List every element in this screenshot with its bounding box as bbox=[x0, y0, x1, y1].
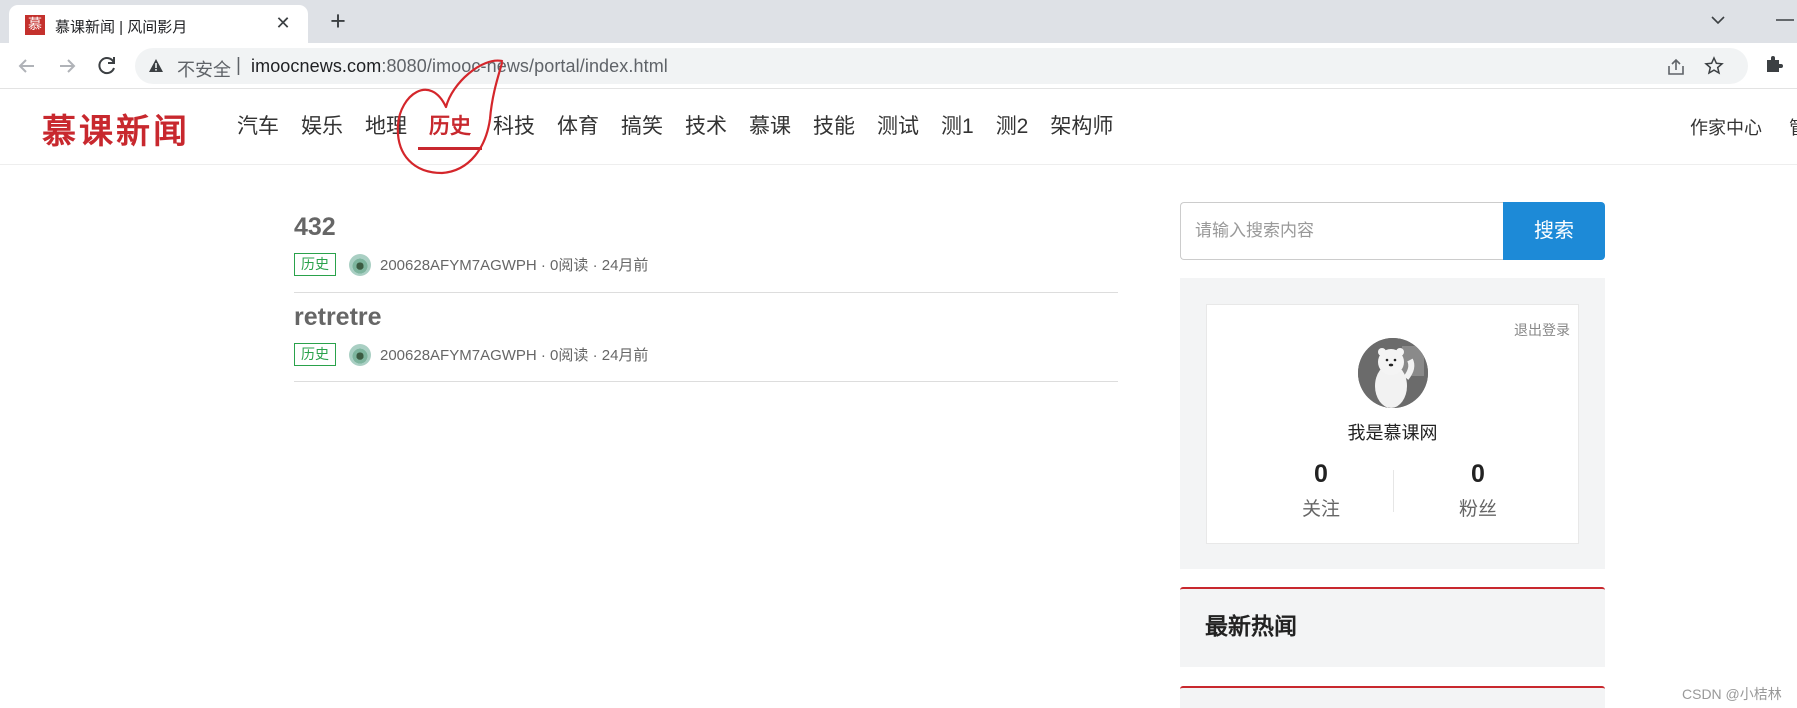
article-item[interactable]: 432 历史 200628AFYM7AGWPH · 0阅读 · 24月前 bbox=[294, 212, 1118, 293]
share-icon[interactable] bbox=[1666, 57, 1686, 77]
extensions-puzzle-icon[interactable] bbox=[1762, 52, 1786, 76]
site-logo[interactable]: 慕课新闻 bbox=[42, 104, 190, 153]
stat-divider bbox=[1393, 470, 1394, 512]
nav-item[interactable]: 体育 bbox=[546, 90, 610, 165]
fans-label: 粉丝 bbox=[1458, 499, 1497, 520]
back-arrow-icon[interactable] bbox=[14, 53, 40, 79]
profile-panel: 退出登录 我是慕课网 0 关注 0 粉丝 bbox=[1180, 278, 1605, 569]
search-input[interactable] bbox=[1180, 202, 1505, 260]
user-avatar[interactable] bbox=[1358, 338, 1428, 408]
nav-item[interactable]: 测试 bbox=[866, 90, 930, 165]
nav-item[interactable]: 历史 bbox=[418, 90, 482, 165]
category-tag[interactable]: 历史 bbox=[294, 253, 336, 276]
browser-tab-bar: 慕 慕课新闻 | 风间影月 ✕ + bbox=[0, 0, 1797, 43]
site-favicon-icon: 慕 bbox=[25, 15, 45, 35]
nav-item[interactable]: 测1 bbox=[930, 90, 985, 165]
browser-tab-active[interactable]: 慕 慕课新闻 | 风间影月 ✕ bbox=[9, 5, 308, 43]
article-meta-text: 200628AFYM7AGWPH · 0阅读 · 24月前 bbox=[380, 257, 649, 274]
address-bar[interactable]: 不安全 | imoocnews.com:8080/imooc-news/port… bbox=[135, 48, 1748, 84]
nav-item[interactable]: 科技 bbox=[482, 90, 546, 165]
author-avatar[interactable] bbox=[349, 343, 371, 366]
nav-item[interactable]: 架构师 bbox=[1039, 90, 1124, 165]
new-tab-button[interactable]: + bbox=[324, 7, 352, 35]
category-nav: 汽车 娱乐 地理 历史 科技 体育 搞笑 技术 慕课 技能 测试 测1 测2 架构师 bbox=[226, 90, 1124, 165]
warning-triangle-icon[interactable] bbox=[148, 58, 164, 74]
bear-avatar-icon bbox=[1358, 338, 1428, 408]
next-panel-clipped bbox=[1180, 686, 1605, 708]
tab-close-icon[interactable]: ✕ bbox=[272, 12, 294, 34]
profile-card: 退出登录 我是慕课网 0 关注 0 粉丝 bbox=[1206, 304, 1579, 544]
follow-count: 0 bbox=[1314, 460, 1328, 488]
article-meta: 历史 200628AFYM7AGWPH · 0阅读 · 24月前 bbox=[294, 343, 648, 366]
hot-news-panel: 最新热闻 bbox=[1180, 587, 1605, 667]
url-separator: | bbox=[236, 55, 241, 76]
follow-stat[interactable]: 0 关注 bbox=[1261, 460, 1381, 521]
site-header: 慕课新闻 汽车 娱乐 地理 历史 科技 体育 搞笑 技术 慕课 技能 测试 测1 测2 架构师 作家中心 … bbox=[0, 90, 1797, 165]
window-minimize-icon[interactable] bbox=[1772, 10, 1797, 30]
tab-search-chevron-icon[interactable] bbox=[1708, 10, 1728, 30]
manage-link-clipped[interactable]: 管 bbox=[1789, 114, 1797, 140]
insecure-label[interactable]: 不安全 bbox=[177, 56, 231, 82]
search-box: 搜索 bbox=[1180, 202, 1605, 260]
nav-item[interactable]: 技术 bbox=[674, 90, 738, 165]
user-nickname: 我是慕课网 bbox=[1347, 423, 1438, 443]
search-button[interactable]: 搜索 bbox=[1503, 202, 1605, 260]
author-avatar[interactable] bbox=[349, 253, 371, 276]
nav-item[interactable]: 娱乐 bbox=[290, 90, 354, 165]
article-title[interactable]: retretre bbox=[294, 302, 1118, 332]
author-center-link[interactable]: 作家中心 bbox=[1690, 114, 1762, 140]
tab-title: 慕课新闻 | 风间影月 bbox=[55, 19, 188, 36]
reload-icon[interactable] bbox=[94, 53, 120, 79]
forward-arrow-icon[interactable] bbox=[54, 53, 80, 79]
url-text[interactable]: imoocnews.com:8080/imooc-news/portal/ind… bbox=[251, 56, 668, 77]
nav-item[interactable]: 搞笑 bbox=[610, 90, 674, 165]
bookmark-star-icon[interactable] bbox=[1704, 56, 1724, 76]
url-path: :8080/imooc-news/portal/index.html bbox=[381, 56, 668, 76]
nav-item[interactable]: 地理 bbox=[354, 90, 418, 165]
nav-item[interactable]: 技能 bbox=[802, 90, 866, 165]
article-meta-text: 200628AFYM7AGWPH · 0阅读 · 24月前 bbox=[380, 347, 649, 364]
browser-toolbar: 不安全 | imoocnews.com:8080/imooc-news/port… bbox=[0, 43, 1797, 89]
nav-item[interactable]: 测2 bbox=[985, 90, 1040, 165]
article-title[interactable]: 432 bbox=[294, 212, 1118, 242]
category-tag[interactable]: 历史 bbox=[294, 343, 336, 366]
nav-item[interactable]: 汽车 bbox=[226, 90, 290, 165]
follow-label: 关注 bbox=[1301, 499, 1340, 520]
logout-link[interactable]: 退出登录 bbox=[1514, 320, 1570, 340]
url-host: imoocnews.com bbox=[251, 56, 382, 76]
hot-news-title: 最新热闻 bbox=[1205, 613, 1297, 639]
nav-item[interactable]: 慕课 bbox=[738, 90, 802, 165]
fans-count: 0 bbox=[1471, 460, 1485, 488]
article-meta: 历史 200628AFYM7AGWPH · 0阅读 · 24月前 bbox=[294, 253, 648, 276]
article-item[interactable]: retretre 历史 200628AFYM7AGWPH · 0阅读 · 24月… bbox=[294, 302, 1118, 382]
watermark: CSDN @小桔林 bbox=[1682, 686, 1782, 702]
fans-stat[interactable]: 0 粉丝 bbox=[1418, 460, 1538, 521]
